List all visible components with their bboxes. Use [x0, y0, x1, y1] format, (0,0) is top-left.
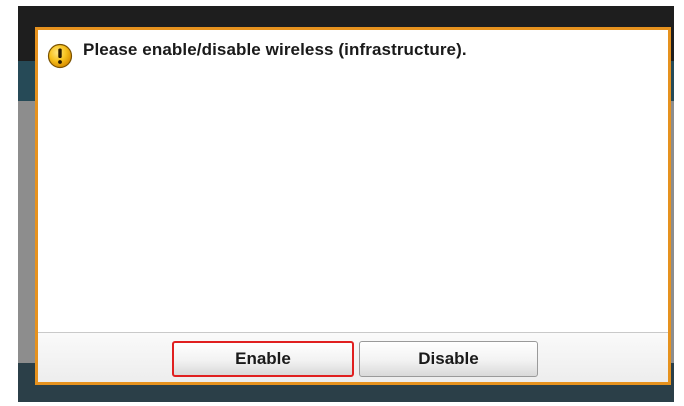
dialog-button-bar: Enable Disable	[38, 332, 668, 382]
wireless-confirm-dialog: Please enable/disable wireless (infrastr…	[35, 27, 671, 385]
dialog-message-area: Please enable/disable wireless (infrastr…	[38, 30, 668, 332]
dialog-message: Please enable/disable wireless (infrastr…	[83, 40, 467, 59]
enable-button[interactable]: Enable	[172, 341, 354, 377]
disable-button[interactable]: Disable	[359, 341, 538, 377]
warning-icon	[47, 43, 73, 69]
